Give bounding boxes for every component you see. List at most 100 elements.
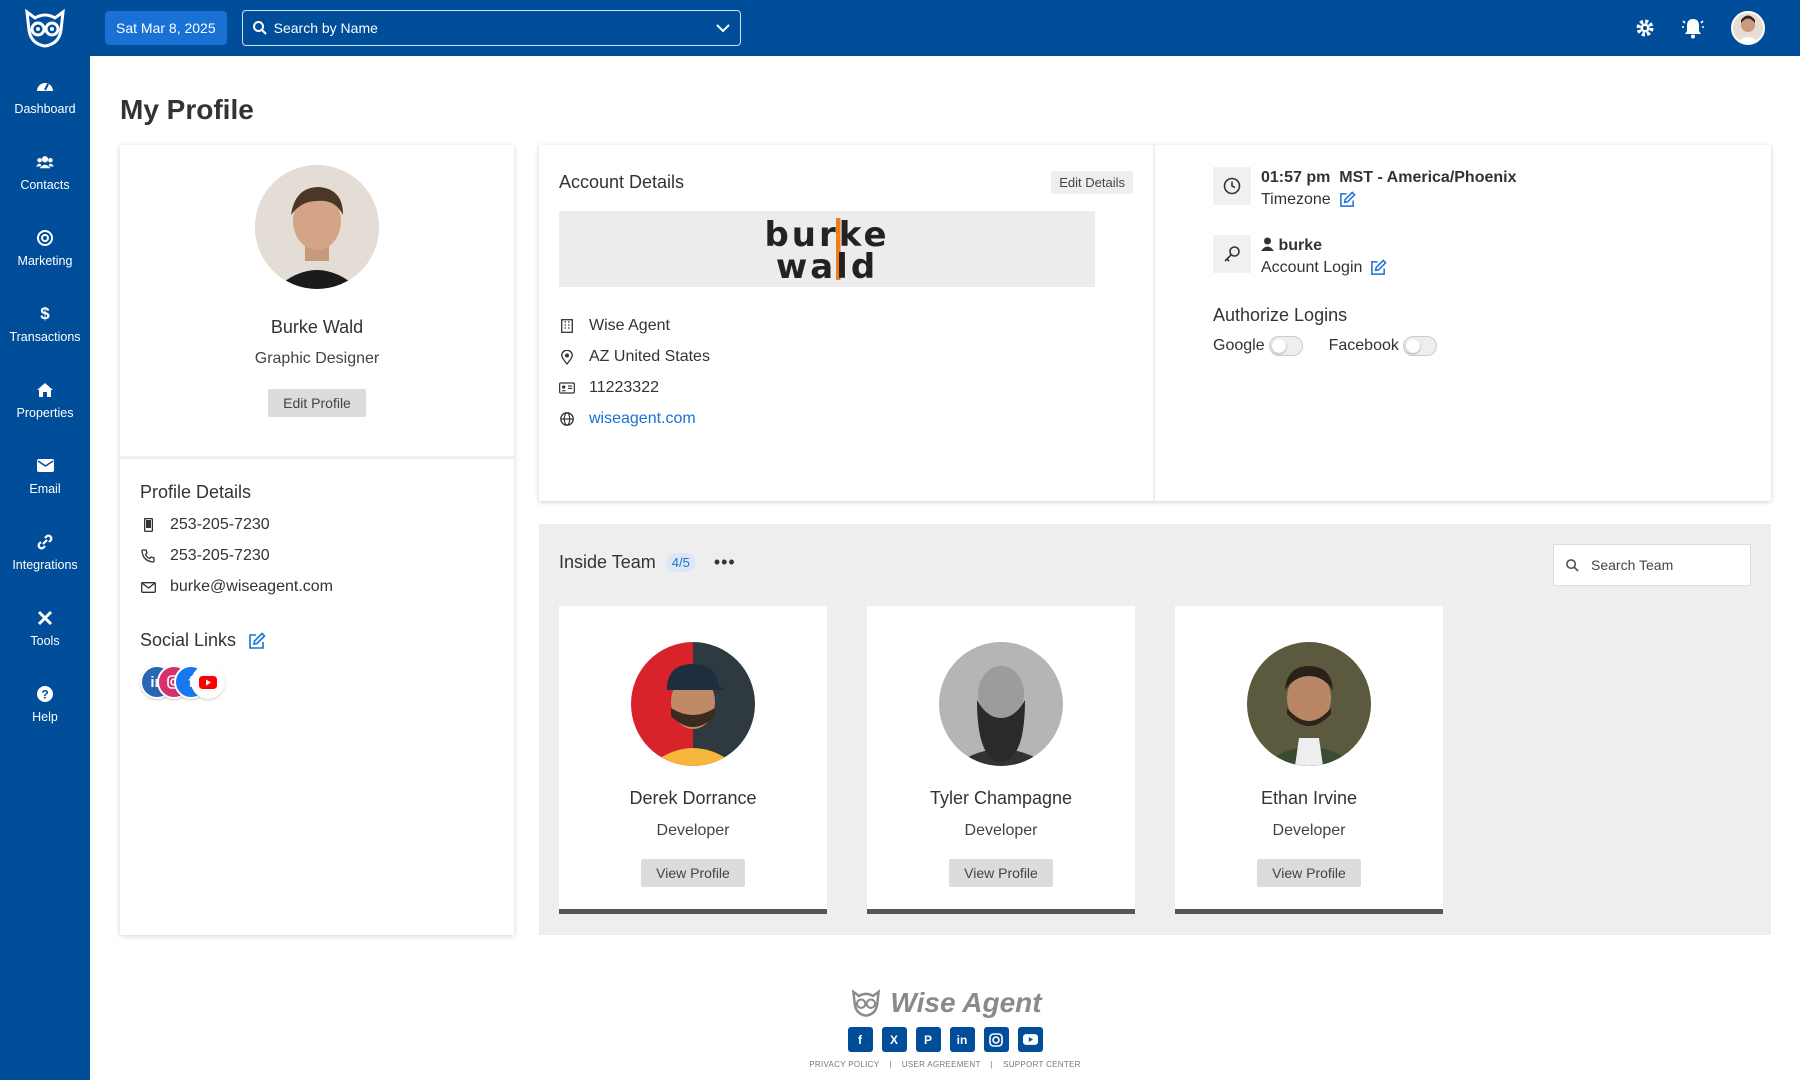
support-center-link[interactable]: SUPPORT CENTER bbox=[1003, 1060, 1081, 1069]
search-icon bbox=[252, 21, 267, 35]
view-profile-button[interactable]: View Profile bbox=[641, 859, 745, 887]
youtube-icon[interactable] bbox=[191, 665, 225, 699]
globe-icon bbox=[559, 412, 575, 426]
profile-name: Burke Wald bbox=[270, 317, 364, 337]
search-by-name-dropdown[interactable]: Search by Name bbox=[241, 10, 741, 46]
user-icon bbox=[1261, 237, 1274, 251]
phone-row: 253-205-7230 bbox=[140, 547, 494, 565]
envelope-icon bbox=[36, 457, 54, 475]
chevron-down-icon bbox=[715, 23, 730, 33]
edit-details-button[interactable]: Edit Details bbox=[1051, 171, 1133, 194]
users-icon bbox=[36, 153, 54, 171]
target-icon bbox=[36, 229, 54, 247]
search-placeholder: Search by Name bbox=[273, 20, 378, 36]
sidebar-item-label: Transactions bbox=[9, 329, 81, 344]
edit-profile-button[interactable]: Edit Profile bbox=[268, 389, 366, 417]
footer-brand: Wise Agent bbox=[90, 987, 1800, 1019]
account-card: Account Details Edit Details burke wald … bbox=[539, 145, 1771, 501]
team-member-card: Derek Dorrance Developer View Profile bbox=[559, 606, 827, 914]
profile-photo bbox=[255, 165, 379, 289]
bell-icon[interactable] bbox=[1681, 17, 1705, 39]
timezone-name: MST - America/Phoenix bbox=[1339, 169, 1517, 186]
tools-icon bbox=[36, 609, 54, 627]
member-name: Derek Dorrance bbox=[629, 788, 757, 808]
member-role: Developer bbox=[1272, 822, 1346, 839]
social-links: in f bbox=[140, 665, 494, 699]
link-icon bbox=[36, 533, 54, 551]
sidebar-item-transactions[interactable]: $ Transactions bbox=[0, 286, 90, 362]
facebook-label: Facebook bbox=[1328, 337, 1399, 354]
member-name: Ethan Irvine bbox=[1260, 788, 1358, 808]
team-more-menu[interactable]: ••• bbox=[714, 552, 736, 573]
search-team-input[interactable]: Search Team bbox=[1553, 544, 1751, 586]
sidebar-item-label: Tools bbox=[30, 633, 60, 648]
pinterest-icon[interactable]: P bbox=[915, 1027, 941, 1052]
license-row: 11223322 bbox=[559, 379, 1133, 397]
timezone-label: Timezone bbox=[1261, 191, 1331, 208]
login-username: burke bbox=[1278, 237, 1323, 254]
privacy-policy-link[interactable]: PRIVACY POLICY bbox=[809, 1060, 879, 1069]
owl-logo-icon[interactable] bbox=[0, 0, 90, 56]
date-button[interactable]: Sat Mar 8, 2025 bbox=[105, 11, 227, 45]
map-pin-icon bbox=[559, 349, 575, 365]
account-login-label: Account Login bbox=[1261, 259, 1363, 276]
instagram-icon[interactable] bbox=[983, 1027, 1009, 1052]
company-logo: burke wald bbox=[559, 211, 1095, 287]
company-row: Wise Agent bbox=[559, 317, 1133, 335]
team-count-badge: 4/5 bbox=[665, 553, 696, 572]
phone-icon bbox=[140, 549, 156, 563]
x-icon[interactable]: X bbox=[881, 1027, 907, 1052]
mobile-number[interactable]: 253-205-7230 bbox=[170, 516, 270, 534]
website-link[interactable]: wiseagent.com bbox=[589, 410, 696, 428]
user-avatar[interactable] bbox=[1731, 11, 1765, 45]
question-icon: ? bbox=[36, 685, 54, 703]
sidebar-item-dashboard[interactable]: Dashboard bbox=[0, 58, 90, 134]
clock-icon bbox=[1213, 167, 1251, 205]
email-row: burke@wiseagent.com bbox=[140, 578, 494, 596]
youtube-icon[interactable] bbox=[1017, 1027, 1043, 1052]
facebook-icon[interactable]: f bbox=[847, 1027, 873, 1052]
edit-timezone-icon[interactable] bbox=[1339, 191, 1356, 208]
sidebar-item-email[interactable]: Email bbox=[0, 438, 90, 514]
view-profile-button[interactable]: View Profile bbox=[949, 859, 1053, 887]
inside-team-panel: Inside Team 4/5 ••• Search Team Derek Do… bbox=[539, 524, 1771, 935]
facebook-login-toggle[interactable] bbox=[1402, 336, 1437, 356]
envelope-icon bbox=[140, 581, 156, 593]
company-name: Wise Agent bbox=[589, 317, 670, 334]
google-login-toggle[interactable] bbox=[1268, 336, 1303, 356]
account-details-title: Account Details bbox=[559, 172, 685, 192]
sidebar-item-tools[interactable]: Tools bbox=[0, 590, 90, 666]
google-label: Google bbox=[1213, 337, 1265, 354]
team-member-card: Ethan Irvine Developer View Profile bbox=[1175, 606, 1443, 914]
current-time: 01:57 pm bbox=[1261, 169, 1331, 186]
mobile-phone-icon bbox=[140, 518, 156, 532]
sidebar-item-integrations[interactable]: Integrations bbox=[0, 514, 90, 590]
sidebar-item-label: Help bbox=[32, 709, 58, 724]
profile-card: Burke Wald Graphic Designer Edit Profile… bbox=[120, 145, 514, 935]
sidebar-item-contacts[interactable]: Contacts bbox=[0, 134, 90, 210]
edit-social-links-icon[interactable] bbox=[248, 631, 266, 650]
separator: | bbox=[889, 1060, 892, 1069]
phone-number[interactable]: 253-205-7230 bbox=[170, 547, 270, 565]
linkedin-icon[interactable]: in bbox=[949, 1027, 975, 1052]
owl-logo-icon bbox=[848, 989, 884, 1017]
view-profile-button[interactable]: View Profile bbox=[1257, 859, 1361, 887]
footer-brand-name: Wise Agent bbox=[890, 987, 1042, 1018]
member-photo bbox=[631, 642, 755, 766]
sidebar-item-label: Properties bbox=[16, 405, 74, 420]
member-role: Developer bbox=[656, 822, 730, 839]
separator: | bbox=[990, 1060, 994, 1069]
gear-icon[interactable] bbox=[1635, 18, 1655, 38]
sidebar-item-label: Contacts bbox=[20, 177, 70, 192]
sidebar-item-properties[interactable]: Properties bbox=[0, 362, 90, 438]
email-address[interactable]: burke@wiseagent.com bbox=[170, 578, 333, 596]
sidebar-item-label: Integrations bbox=[12, 557, 78, 572]
user-agreement-link[interactable]: USER AGREEMENT bbox=[902, 1060, 981, 1069]
edit-login-icon[interactable] bbox=[1370, 259, 1388, 276]
mobile-row: 253-205-7230 bbox=[140, 516, 494, 534]
sidebar-item-help[interactable]: ? Help bbox=[0, 666, 90, 742]
sidebar-item-label: Email bbox=[29, 481, 61, 496]
profile-role: Graphic Designer bbox=[254, 350, 380, 367]
member-role: Developer bbox=[964, 822, 1038, 839]
sidebar-item-marketing[interactable]: Marketing bbox=[0, 210, 90, 286]
